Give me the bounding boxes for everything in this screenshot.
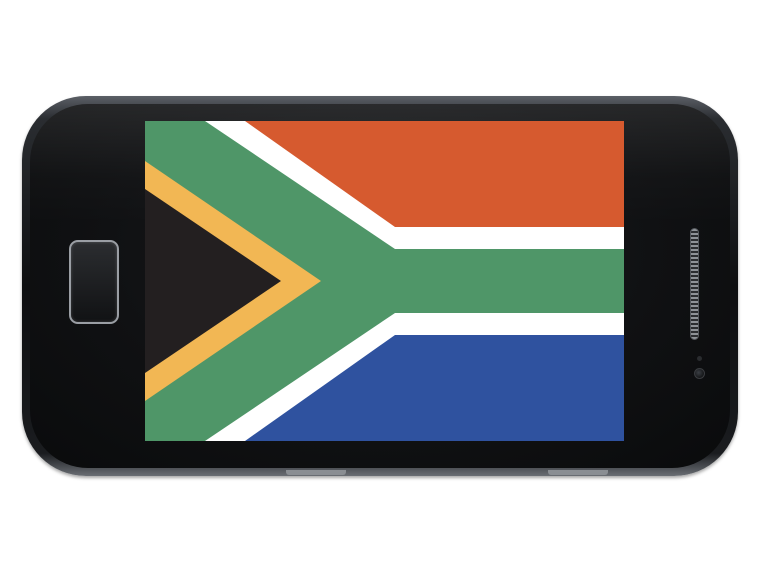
phone-screen[interactable] xyxy=(145,121,624,441)
home-button[interactable] xyxy=(69,240,119,324)
south-africa-flag xyxy=(145,121,624,441)
power-button[interactable] xyxy=(548,470,608,475)
volume-button[interactable] xyxy=(286,470,346,475)
front-camera-icon xyxy=(694,368,705,379)
proximity-sensor xyxy=(697,356,702,361)
earpiece-speaker xyxy=(690,228,699,340)
photo-scene xyxy=(0,0,770,578)
